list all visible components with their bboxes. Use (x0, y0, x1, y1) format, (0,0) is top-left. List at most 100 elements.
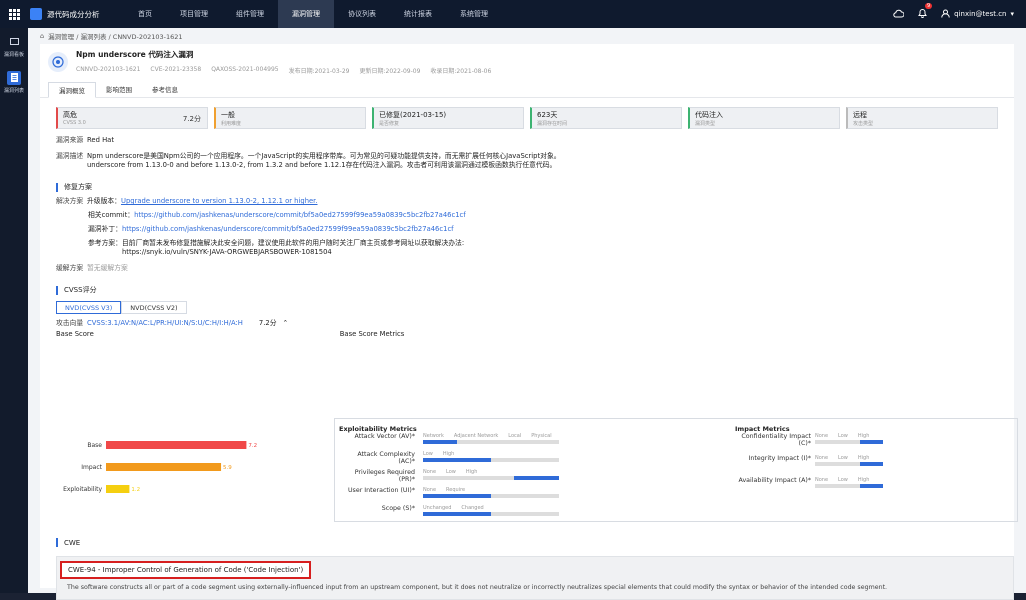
bar-category-label: Exploitability (63, 486, 102, 493)
metric-option[interactable]: High (466, 469, 478, 475)
cvss-tabs: NVD(CVSS V3) NVD(CVSS V2) (56, 301, 998, 314)
cloud-icon[interactable] (893, 9, 905, 20)
card-value: 一般 (221, 111, 235, 119)
ref-text: 目前厂商暂未发布修复措施解决此安全问题，建议使用此软件的用户随时关注厂商主页或参… (121, 239, 465, 247)
cvss-title: CVSS评分 (64, 286, 97, 294)
nav-projects[interactable]: 项目管理 (166, 0, 222, 28)
metric-option[interactable]: Changed (461, 505, 483, 511)
card-value: 623天 (537, 111, 558, 119)
card-value: 高危 (63, 111, 77, 119)
bar-impact (106, 463, 222, 471)
home-icon[interactable]: ⌂ (40, 32, 44, 40)
metric-option[interactable]: High (858, 455, 870, 461)
metric-option[interactable]: None (815, 433, 828, 439)
metric-option[interactable]: Adjacent Network (454, 433, 498, 439)
metric-option[interactable]: None (423, 487, 436, 493)
ref-url[interactable]: https://snyk.io/vuln/SNYK-JAVA-ORGWEBJAR… (122, 248, 464, 257)
patch-link[interactable]: https://github.com/jashkenas/underscore/… (122, 225, 454, 234)
metric-option[interactable]: None (423, 469, 436, 475)
notification-bell-icon[interactable]: 9 (918, 3, 933, 20)
fix-section-header: 修复方案 (56, 182, 998, 192)
metric-selected-fill (423, 440, 457, 444)
card-value: 已修复(2021-03-15) (379, 111, 447, 119)
chevron-up-icon[interactable]: ⌃ (283, 319, 289, 328)
card-label: 利用难度 (221, 121, 242, 127)
upgrade-link[interactable]: Upgrade underscore to version 1.13.0-2, … (121, 197, 318, 206)
metric-option[interactable]: None (815, 455, 828, 461)
metric-label: User Interaction (UI)* (347, 487, 415, 494)
nav-vulnerabilities[interactable]: 漏洞管理 (278, 0, 334, 28)
metric-options: None Low High (815, 477, 883, 483)
metric-option[interactable]: Low (446, 469, 456, 475)
metric-row: Confidentiality Impact (C)* None Low High (735, 433, 883, 447)
metric-option[interactable]: Low (423, 451, 433, 457)
vuln-meta: CNNVD-202103-1621 CVE-2021-23358 QAXOSS-… (76, 66, 491, 75)
user-icon (941, 9, 950, 20)
metric-option[interactable]: Local (508, 433, 521, 439)
metric-options: Low High (423, 451, 559, 457)
metric-option[interactable]: Low (838, 455, 848, 461)
desc-line-1: Npm underscore是美国Npm公司的一个应用程序。一个JavaScri… (87, 152, 561, 160)
metric-row: Privileges Required (PR)* None Low High (339, 469, 559, 483)
main-nav: 首页 项目管理 组件管理 漏洞管理 协议列表 统计报表 系统管理 (124, 0, 502, 28)
metric-option[interactable]: High (443, 451, 455, 457)
commit-link[interactable]: https://github.com/jashkenas/underscore/… (134, 211, 466, 220)
summary-card: 代码注入 漏洞类型 (688, 107, 840, 129)
breadcrumb: ⌂ 漏洞管理 / 漏洞列表 / CNNVD-202103-1621 (28, 28, 1026, 44)
metric-option[interactable]: High (858, 433, 870, 439)
desc-key: 漏洞描述 (56, 152, 84, 160)
metric-option[interactable]: None (815, 477, 828, 483)
bar-value-label: 7.2 (248, 443, 257, 449)
metric-label: Scope (S)* (381, 505, 415, 512)
metric-row: Scope (S)* Unchanged Changed (339, 505, 559, 516)
cwe-name[interactable]: CWE-94 - Improper Control of Generation … (60, 561, 312, 579)
card-value: 远程 (853, 111, 867, 119)
tab-overview[interactable]: 漏洞概览 (48, 82, 96, 98)
section-marker (56, 538, 58, 547)
metric-label: Privileges Required (PR)* (354, 469, 415, 483)
sidebar-item-label: 漏洞列表 (3, 87, 24, 94)
tab-impact-scope[interactable]: 影响范围 (96, 81, 142, 97)
nav-reports[interactable]: 统计报表 (390, 0, 446, 28)
sidebar-item-list[interactable]: 漏洞列表 (0, 64, 28, 100)
user-menu[interactable]: qinxin@test.cn ▾ (941, 9, 1014, 20)
sidebar-item-dashboard[interactable]: 漏洞看板 (0, 28, 28, 64)
app-logo[interactable]: 源代码成分分析 (30, 8, 114, 20)
section-marker (56, 285, 58, 295)
metric-option[interactable]: Physical (531, 433, 551, 439)
sidebar: 漏洞看板 漏洞列表 (0, 28, 28, 593)
metric-options: Unchanged Changed (423, 505, 559, 511)
metric-option[interactable]: High (858, 477, 870, 483)
meta-update-date: 更新日期:2022-09-09 (359, 68, 421, 75)
source-key: 漏洞来源 (56, 136, 84, 144)
metric-track (815, 440, 883, 444)
metric-option[interactable]: Low (838, 477, 848, 483)
metric-option[interactable]: Low (838, 433, 848, 439)
nav-licenses[interactable]: 协议列表 (334, 0, 390, 28)
cwe-box: CWE-94 - Improper Control of Generation … (56, 556, 1014, 600)
sidebar-item-label: 漏洞看板 (3, 51, 24, 58)
metric-option[interactable]: Network (423, 433, 444, 439)
patch-row: 漏洞补丁： https://github.com/jashkenas/under… (88, 225, 998, 234)
tab-references[interactable]: 参考信息 (142, 81, 188, 97)
tab-cvss-v2[interactable]: NVD(CVSS V2) (121, 301, 187, 314)
summary-card: 高危 CVSS 3.0 7.2分 (56, 107, 208, 129)
vector-value: CVSS:3.1/AV:N/AC:L/PR:H/UI:N/S:U/C:H/I:H… (87, 319, 243, 327)
bar-value-label: 5.9 (223, 465, 232, 471)
logo-icon (30, 8, 42, 20)
metrics-title: Base Score Metrics (339, 330, 405, 338)
nav-home[interactable]: 首页 (124, 0, 166, 28)
metric-selected-fill (513, 476, 559, 480)
impact-title: Impact Metrics (735, 425, 790, 433)
nav-system[interactable]: 系统管理 (446, 0, 502, 28)
summary-card: 远程 攻击类型 (846, 107, 998, 129)
commit-row: 相关commit： https://github.com/jashkenas/u… (88, 211, 998, 220)
section-marker (56, 182, 58, 192)
metric-track (423, 458, 559, 462)
metric-option[interactable]: Unchanged (423, 505, 451, 511)
apps-grid-icon[interactable] (0, 0, 28, 28)
tab-cvss-v3[interactable]: NVD(CVSS V3) (56, 301, 122, 314)
nav-components[interactable]: 组件管理 (222, 0, 278, 28)
target-icon (48, 52, 68, 72)
metric-option[interactable]: Require (446, 487, 465, 493)
